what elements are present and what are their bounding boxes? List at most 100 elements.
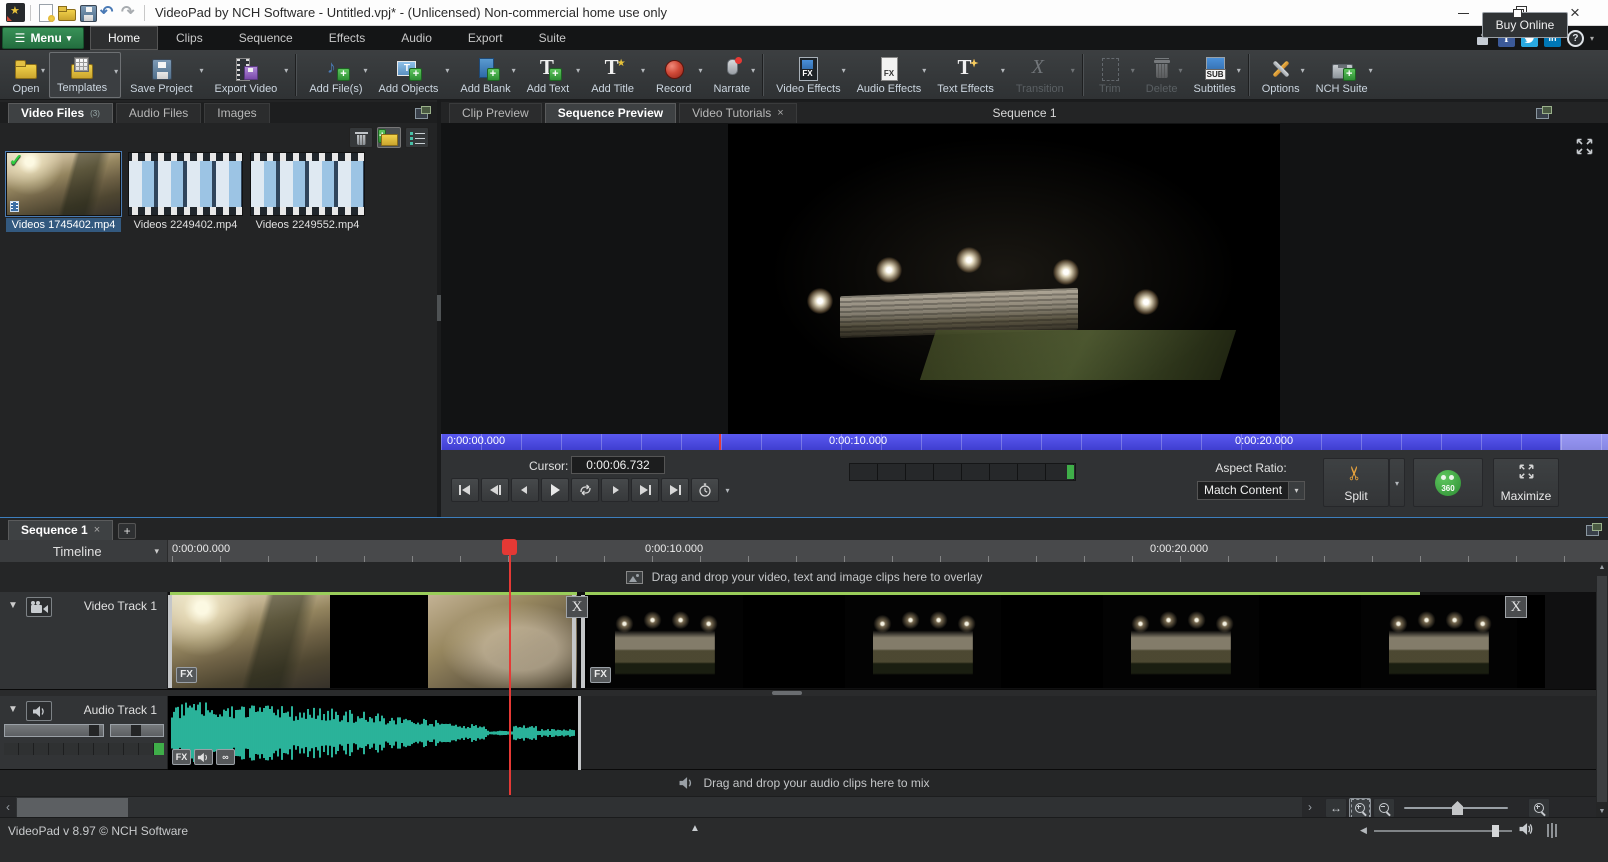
toolbar-button[interactable]: ▾ Add Text xyxy=(520,52,583,98)
toolbar-button[interactable]: ▾ Add Objects xyxy=(372,52,452,98)
clip-fx-badge[interactable]: FX xyxy=(172,749,191,765)
file-item[interactable]: Videos 2249402.mp4 xyxy=(128,152,243,232)
undock-panel-icon[interactable] xyxy=(415,106,431,118)
cursor-time-field[interactable]: 0:00:06.732 xyxy=(571,456,665,474)
maximize-preview-button[interactable]: Maximize xyxy=(1493,458,1559,507)
tab-sequence-preview[interactable]: Sequence Preview xyxy=(545,103,676,123)
dropdown-caret[interactable]: ▾ xyxy=(200,66,204,75)
dropdown-caret[interactable]: ▾ xyxy=(114,67,118,76)
loop-button[interactable] xyxy=(571,478,599,502)
video-clip[interactable] xyxy=(585,595,1545,688)
collapse-track-icon[interactable] xyxy=(8,600,18,611)
scroll-right-button[interactable] xyxy=(1302,797,1318,819)
minimize-button[interactable] xyxy=(1448,2,1478,24)
next-clip-button[interactable] xyxy=(631,478,659,502)
file-item[interactable]: Videos 2249552.mp4 xyxy=(250,152,365,232)
preview-seek-bar[interactable]: 0:00:00.000 0:00:10.000 0:00:20.000 xyxy=(441,434,1608,450)
zoom-slider-thumb[interactable] xyxy=(1452,801,1463,815)
dropdown-caret[interactable]: ▾ xyxy=(41,66,45,75)
toolbar-button[interactable]: ▾ Export Video xyxy=(208,52,291,98)
add-sequence-button[interactable]: + xyxy=(118,523,136,539)
timeline-ruler[interactable]: 0:00:00.000 0:00:10.000 0:00:20.000 xyxy=(168,540,1596,562)
toolbar-button[interactable]: ▾ Trim xyxy=(1089,52,1137,98)
tab-sequence-1[interactable]: Sequence 1 × xyxy=(8,520,113,540)
toolbar-button[interactable]: ▾ Record xyxy=(649,52,704,98)
close-tab-icon[interactable]: × xyxy=(777,107,783,119)
clip-trim-handle[interactable] xyxy=(168,595,172,688)
ribbon-tab[interactable]: Home xyxy=(90,26,158,50)
timer-dropdown-caret[interactable] xyxy=(721,478,734,502)
toolbar-button[interactable]: ▾ NCH Suite xyxy=(1309,52,1375,98)
clip-volume-icon[interactable] xyxy=(194,749,213,765)
video-clip-dark-frames[interactable] xyxy=(330,595,428,688)
step-back-button[interactable] xyxy=(511,478,539,502)
collapse-track-icon[interactable] xyxy=(8,704,18,715)
buy-online-button[interactable]: Buy Online xyxy=(1482,12,1568,38)
toolbar-button[interactable]: ▾ Add File(s) xyxy=(302,52,369,98)
play-button[interactable] xyxy=(541,478,569,502)
scroll-left-button[interactable] xyxy=(0,797,16,819)
dropdown-caret[interactable]: ▾ xyxy=(576,66,580,75)
undo-icon[interactable] xyxy=(99,3,118,22)
help-dropdown-caret[interactable] xyxy=(1590,34,1594,43)
ribbon-tab[interactable]: Suite xyxy=(521,26,584,50)
audio-track-icon-button[interactable] xyxy=(26,701,52,721)
step-forward-button[interactable] xyxy=(601,478,629,502)
ribbon-tab[interactable]: Export xyxy=(450,26,521,50)
transition-icon[interactable]: X xyxy=(566,596,588,618)
dropdown-caret[interactable]: ▾ xyxy=(284,66,288,75)
clip-link-icon[interactable]: ∞ xyxy=(216,749,235,765)
dropdown-caret[interactable]: ▾ xyxy=(842,66,846,75)
tab-video-tutorials[interactable]: Video Tutorials × xyxy=(679,103,797,123)
audio-drop-zone[interactable]: Drag and drop your audio clips here to m… xyxy=(0,770,1608,796)
go-to-end-button[interactable] xyxy=(661,478,689,502)
aspect-ratio-select[interactable]: Match Content xyxy=(1197,481,1305,500)
new-project-icon[interactable] xyxy=(36,3,55,22)
overlay-drop-zone[interactable]: Drag and drop your video, text and image… xyxy=(0,562,1608,592)
dropdown-caret[interactable]: ▾ xyxy=(641,66,645,75)
vertical-scrollbar[interactable] xyxy=(1596,562,1608,818)
tab-audio-files[interactable]: Audio Files xyxy=(116,103,201,123)
toolbar-button[interactable]: ▾ Narrate xyxy=(706,52,757,98)
timeline-playhead-handle[interactable] xyxy=(502,539,517,555)
ribbon-tab[interactable]: Audio xyxy=(383,26,450,50)
toolbar-button[interactable]: ▾ Add Title xyxy=(584,52,647,98)
mixer-grip-icon[interactable] xyxy=(1544,822,1560,838)
volume-thumb[interactable] xyxy=(1492,825,1499,837)
redo-icon[interactable] xyxy=(120,3,139,22)
video-clip[interactable] xyxy=(428,595,577,688)
go-to-start-button[interactable] xyxy=(451,478,479,502)
seek-playhead[interactable] xyxy=(719,434,721,450)
save-project-icon[interactable] xyxy=(78,3,97,22)
track-resize-handle[interactable] xyxy=(772,691,802,695)
dropdown-caret[interactable]: ▾ xyxy=(1131,66,1135,75)
fit-timeline-button[interactable] xyxy=(1325,798,1347,818)
clip-trim-handle[interactable] xyxy=(578,696,581,770)
file-item[interactable]: ✓ Videos 1745402.mp4 xyxy=(6,152,121,232)
track-volume-slider[interactable] xyxy=(4,724,104,737)
add-files-button[interactable] xyxy=(377,127,401,148)
timeline-playhead[interactable] xyxy=(509,539,511,795)
timeline-mode-select[interactable]: Timeline xyxy=(0,540,168,562)
toolbar-button[interactable]: ▾ Video Effects xyxy=(769,52,847,98)
dropdown-caret[interactable]: ▾ xyxy=(445,66,449,75)
ribbon-tab[interactable]: Effects xyxy=(311,26,383,50)
ribbon-tab[interactable]: Sequence xyxy=(221,26,311,50)
zoom-selection-button[interactable] xyxy=(1349,798,1371,818)
audio-clip[interactable]: FX ∞ xyxy=(168,696,580,770)
master-volume-slider[interactable] xyxy=(1374,824,1512,838)
dropdown-caret[interactable]: ▾ xyxy=(1179,66,1183,75)
split-button[interactable]: ✂ Split xyxy=(1323,458,1389,507)
clip-fx-badge[interactable]: FX xyxy=(176,667,197,683)
toolbar-button[interactable]: ▾ Add Blank xyxy=(453,52,517,98)
toolbar-button[interactable]: ▾ Options xyxy=(1255,52,1307,98)
transition-icon[interactable]: X xyxy=(1505,596,1527,618)
dropdown-caret[interactable]: ▾ xyxy=(363,66,367,75)
scrollbar-thumb[interactable] xyxy=(1597,576,1607,802)
undock-preview-icon[interactable] xyxy=(1536,106,1552,118)
toolbar-button[interactable]: ▾ Templates xyxy=(49,52,121,98)
toolbar-button[interactable]: ▾ Subtitles xyxy=(1187,52,1243,98)
dropdown-caret[interactable]: ▾ xyxy=(1369,66,1373,75)
help-icon[interactable]: ? xyxy=(1567,30,1584,47)
scrollbar-thumb[interactable] xyxy=(17,798,128,818)
